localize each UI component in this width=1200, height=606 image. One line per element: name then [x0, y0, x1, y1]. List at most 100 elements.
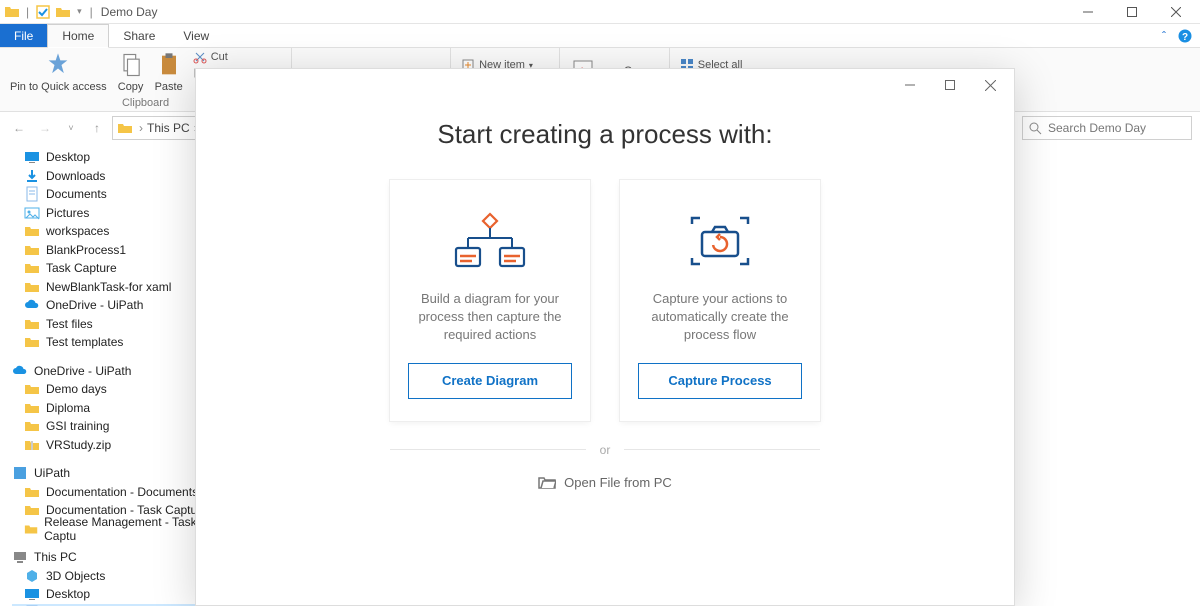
- tree-item-label: Pictures: [46, 206, 89, 220]
- capture-process-button[interactable]: Capture Process: [638, 363, 802, 399]
- explorer-titlebar: | ▾ | Demo Day: [0, 0, 1200, 24]
- up-button[interactable]: ↑: [86, 117, 108, 139]
- diagram-icon: [450, 206, 530, 276]
- doc-icon: [24, 186, 40, 202]
- desktop-icon: [24, 586, 40, 602]
- create-diagram-button[interactable]: Create Diagram: [408, 363, 572, 399]
- tree-item-label: Desktop: [46, 587, 90, 601]
- folder-small-icon[interactable]: [55, 4, 71, 20]
- copy-button[interactable]: Copy: [113, 51, 149, 93]
- tree-item[interactable]: Diploma: [12, 399, 210, 418]
- search-input[interactable]: Search Demo Day: [1022, 116, 1192, 140]
- cut-button[interactable]: Cut: [193, 49, 281, 65]
- app-maximize-button[interactable]: [930, 71, 970, 99]
- tree-item[interactable]: VRStudy.zip: [12, 436, 210, 455]
- tree-item[interactable]: Desktop: [12, 148, 210, 167]
- uipath-icon: [12, 465, 28, 481]
- capture-description: Capture your actions to automatically cr…: [638, 290, 802, 345]
- paste-button[interactable]: Paste: [151, 51, 187, 93]
- tree-item-label: VRStudy.zip: [46, 438, 111, 452]
- capture-icon: [680, 206, 760, 276]
- tree-item-label: GSI training: [46, 419, 109, 433]
- tree-item-label: Documentation - Documents: [46, 485, 198, 499]
- tree-item[interactable]: Test templates: [12, 333, 210, 352]
- folder-icon: [24, 316, 40, 332]
- tree-item[interactable]: Release Management - Task Captu: [12, 520, 210, 539]
- tree-item-label: Test files: [46, 317, 93, 331]
- tree-item[interactable]: Downloads: [12, 167, 210, 186]
- folder-icon: [24, 223, 40, 239]
- save-icon[interactable]: [35, 4, 51, 20]
- tree-item-label: Demo days: [46, 382, 107, 396]
- folder-icon: [24, 502, 40, 518]
- svg-text:?: ?: [1182, 32, 1188, 43]
- open-file-button[interactable]: Open File from PC: [538, 475, 672, 490]
- 3d-icon: [24, 568, 40, 584]
- ribbon-tabs: File Home Share View ˆ ?: [0, 24, 1200, 48]
- folder-icon: [24, 334, 40, 350]
- app-titlebar: [196, 69, 1014, 101]
- help-icon[interactable]: ?: [1178, 29, 1192, 43]
- tree-item[interactable]: Documents: [12, 185, 210, 204]
- tree-item-label: Downloads: [46, 169, 105, 183]
- app-close-button[interactable]: [970, 71, 1010, 99]
- recent-dropdown[interactable]: ˅: [60, 117, 82, 139]
- tab-share[interactable]: Share: [109, 24, 169, 47]
- folder-icon: [24, 400, 40, 416]
- tree-item[interactable]: Test files: [12, 315, 210, 334]
- tree-item-label: Documents: [46, 187, 107, 201]
- tree-item-label: 3D Objects: [46, 569, 105, 583]
- folder-icon: [24, 279, 40, 295]
- folder-icon: [24, 418, 40, 434]
- capture-process-card: Capture your actions to automatically cr…: [620, 180, 820, 421]
- zip-icon: [24, 437, 40, 453]
- crumb-thispc[interactable]: This PC: [147, 121, 190, 135]
- tree-item-label: Release Management - Task Captu: [44, 515, 210, 543]
- task-capture-window: Start creating a process with:: [195, 68, 1015, 606]
- app-minimize-button[interactable]: [890, 71, 930, 99]
- search-icon: [1029, 122, 1042, 135]
- tab-file[interactable]: File: [0, 24, 47, 47]
- forward-button[interactable]: →: [34, 117, 56, 139]
- tree-item[interactable]: Documentation - Documents: [12, 483, 210, 502]
- tree-item-uipath[interactable]: UiPath: [12, 464, 210, 483]
- cloud-icon: [12, 363, 28, 379]
- folder-icon: [24, 381, 40, 397]
- tree-item[interactable]: BlankProcess1: [12, 241, 210, 260]
- minimize-button[interactable]: [1066, 0, 1110, 24]
- qat-dropdown-icon[interactable]: ▾: [77, 6, 82, 17]
- close-button[interactable]: [1154, 0, 1198, 24]
- folder-icon: [24, 242, 40, 258]
- tree-item[interactable]: GSI training: [12, 417, 210, 436]
- tree-item[interactable]: Task Capture: [12, 259, 210, 278]
- tree-item-label: Task Capture: [46, 261, 117, 275]
- window-title: Demo Day: [101, 5, 158, 19]
- back-button[interactable]: ←: [8, 117, 30, 139]
- folder-icon: [24, 521, 38, 537]
- tree-item[interactable]: OneDrive - UiPath: [12, 296, 210, 315]
- app-heading: Start creating a process with:: [437, 119, 772, 150]
- tree-item[interactable]: NewBlankTask-for xaml: [12, 278, 210, 297]
- desktop-icon: [24, 149, 40, 165]
- tab-home[interactable]: Home: [47, 24, 109, 48]
- tree-item[interactable]: workspaces: [12, 222, 210, 241]
- open-folder-icon: [538, 475, 556, 489]
- folder-icon: [4, 4, 20, 20]
- pin-quick-access-button[interactable]: Pin to Quick access: [6, 51, 111, 93]
- tree-item[interactable]: Desktop: [12, 585, 210, 604]
- nav-tree: Desktop Downloads Documents Pictures workspa…: [0, 144, 210, 606]
- tree-item[interactable]: Pictures: [12, 204, 210, 223]
- separator: |: [26, 5, 29, 19]
- ribbon-collapse-icon[interactable]: ˆ: [1162, 29, 1166, 43]
- tree-item[interactable]: 3D Objects: [12, 567, 210, 586]
- tree-item[interactable]: Demo days: [12, 380, 210, 399]
- maximize-button[interactable]: [1110, 0, 1154, 24]
- tree-item-label: OneDrive - UiPath: [46, 298, 143, 312]
- tree-item-label: BlankProcess1: [46, 243, 126, 257]
- tree-item-thispc[interactable]: This PC: [12, 548, 210, 567]
- clipboard-group-label: Clipboard: [122, 95, 169, 111]
- separator: |: [90, 5, 93, 19]
- tab-view[interactable]: View: [169, 24, 223, 47]
- tree-item-onedrive[interactable]: OneDrive - UiPath: [12, 362, 210, 381]
- tree-item-label: Test templates: [46, 335, 123, 349]
